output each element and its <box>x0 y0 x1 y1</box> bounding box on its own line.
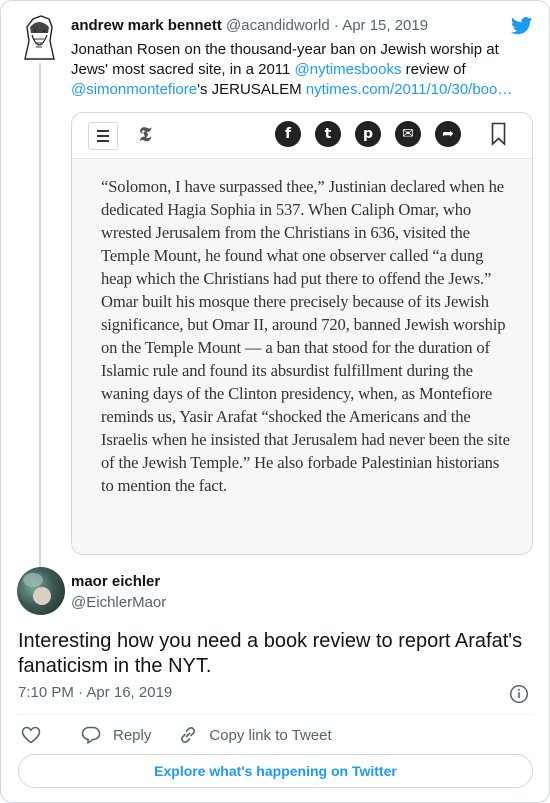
heart-icon <box>21 726 41 744</box>
tweet-text-segment: review of <box>401 61 466 78</box>
link-icon <box>181 727 196 743</box>
reply-avatar[interactable] <box>17 567 65 615</box>
divider <box>17 714 533 715</box>
info-icon[interactable] <box>509 684 529 704</box>
reply-tweet-text: Interesting how you need a book review t… <box>18 630 523 677</box>
reply-label: Reply <box>113 726 152 744</box>
embedded-article-image[interactable]: 𝕿 f t p ✉ ➦ “Solomon, I have surpassed t… <box>71 112 533 555</box>
like-button[interactable] <box>21 726 53 744</box>
parent-author-handle[interactable]: @acandidworld <box>226 17 330 34</box>
tweet-text-segment: 's JERUSALEM <box>197 81 306 98</box>
reply-author-handle[interactable]: @EichlerMaor <box>71 594 166 611</box>
share-arrow-icon: ➦ <box>435 121 461 147</box>
explore-twitter-button[interactable]: Explore what's happening on Twitter <box>18 754 533 788</box>
mention-simonmontefiore-link[interactable]: @simonmontefiore <box>71 81 197 98</box>
twitter-share-icon: t <box>315 121 341 147</box>
email-icon: ✉ <box>395 121 421 147</box>
article-body: “Solomon, I have surpassed thee,” Justin… <box>72 159 532 554</box>
nyt-logo: 𝕿 <box>139 124 152 146</box>
mention-nytimesbooks-link[interactable]: @nytimesbooks <box>295 61 402 78</box>
parent-author-name[interactable]: andrew mark bennett <box>71 17 222 34</box>
nytimes-url-link[interactable]: nytimes.com/2011/10/30/boo… <box>306 81 513 98</box>
tweet-card: andrew mark bennett @acandidworld · Apr … <box>0 0 550 803</box>
header-separator: · <box>333 17 339 34</box>
pinterest-icon: p <box>355 121 381 147</box>
reply-author-name[interactable]: maor eichler <box>71 573 160 590</box>
bookmark-icon <box>491 122 506 146</box>
copy-link-button[interactable]: Copy link to Tweet <box>179 726 332 744</box>
parent-tweet-header: andrew mark bennett @acandidworld · Apr … <box>71 17 428 34</box>
article-toolbar: 𝕿 f t p ✉ ➦ <box>72 113 532 159</box>
parent-tweet-text: Jonathan Rosen on the thousand-year ban … <box>71 40 523 100</box>
twitter-logo-icon[interactable] <box>511 17 533 35</box>
parent-avatar[interactable] <box>19 13 59 61</box>
share-icons: f t p ✉ ➦ <box>275 121 461 147</box>
thread-connector-line <box>39 63 41 571</box>
tweet-actions: Reply Copy link to Tweet <box>21 724 360 746</box>
facebook-icon: f <box>275 121 301 147</box>
copy-link-label: Copy link to Tweet <box>209 726 332 744</box>
reply-bubble-icon <box>81 726 101 744</box>
parent-tweet-date[interactable]: Apr 15, 2019 <box>342 17 428 34</box>
article-quote-text: “Solomon, I have surpassed thee,” Justin… <box>101 177 510 495</box>
reply-timestamp[interactable]: 7:10 PM · Apr 16, 2019 <box>18 684 172 701</box>
hamburger-menu-icon <box>88 122 118 150</box>
reply-button[interactable]: Reply <box>81 726 151 744</box>
